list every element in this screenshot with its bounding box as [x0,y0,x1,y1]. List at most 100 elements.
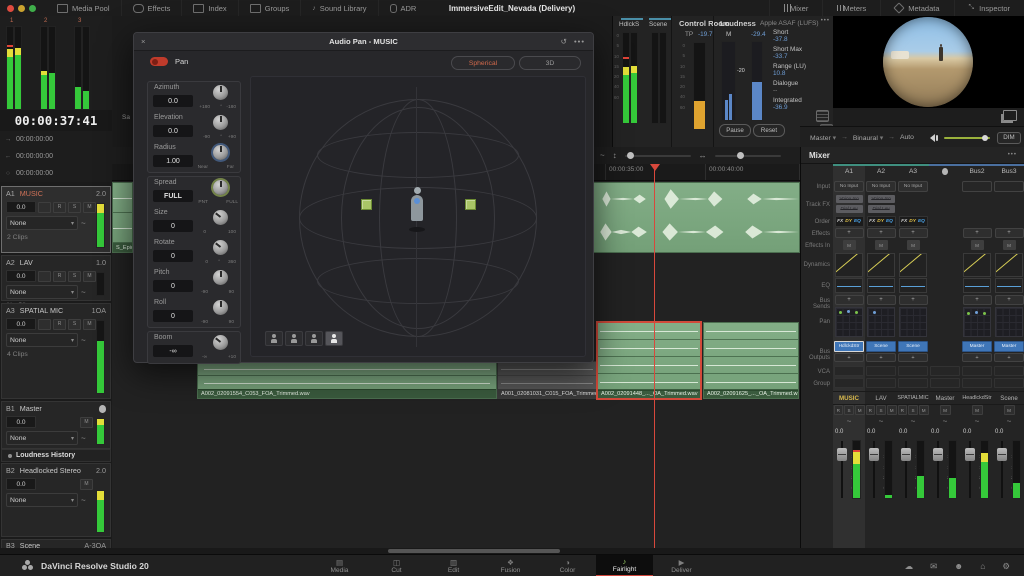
track-header-b3[interactable]: B3SceneA-3OA [1,539,111,548]
tab-cut[interactable]: ◫Cut [368,555,425,576]
monitor-source-dropdown[interactable]: Master ▾ [810,134,836,142]
strip-a2[interactable]: A2 [865,168,897,175]
audio-clip-foa[interactable]: A002_02091625_..._OA_Trimmed.wav [703,322,799,399]
mode-spherical-button[interactable]: Spherical [451,56,515,70]
solo-button[interactable]: S [68,319,81,330]
channel-name[interactable]: Master [936,395,955,402]
group-slot[interactable] [898,378,928,388]
channel-name[interactable]: Scene [1000,395,1018,402]
radius-knob[interactable] [213,145,228,160]
add-bus-output-button[interactable]: + [834,353,864,362]
speaker-handle-left[interactable] [361,199,372,210]
track-assign-dropdown[interactable]: None▾ [6,431,78,445]
input-icon-button[interactable] [38,319,51,330]
add-bus-output-button[interactable]: + [994,353,1024,362]
pan-grid[interactable] [995,307,1023,337]
track-header-b2[interactable]: B2Headlocked Stereo2.0 0.0 M None▾ ~ [1,463,111,537]
eq-graph[interactable] [867,278,895,293]
record-arm-button[interactable]: R [53,319,66,330]
window-minimize-button[interactable] [18,5,25,12]
speaker-handle-right[interactable] [465,199,476,210]
channel-fader-headlckdstr[interactable]: 5 10 15 20 40 [961,439,993,501]
timeline-zoom-slider[interactable] [715,155,781,157]
view-perspective-button[interactable] [325,331,343,346]
record-arm-button[interactable]: R [898,405,908,415]
message-icon[interactable]: ✉ [930,561,937,572]
mixer-toggle-button[interactable]: Mixer [769,0,822,16]
record-arm-button[interactable]: R [866,405,876,415]
loudness-menu-icon[interactable]: ••• [821,18,830,24]
view-top-button[interactable] [305,331,323,346]
input-selector[interactable] [962,181,992,192]
vca-slot[interactable] [930,366,960,376]
video-viewer[interactable] [833,16,1024,108]
channel-fader-lav[interactable]: 5 10 15 20 40 [865,439,897,501]
input-selector[interactable] [994,181,1024,192]
vca-slot[interactable] [994,366,1024,376]
monitor-mode-button[interactable]: Auto [900,134,914,141]
mute-button[interactable]: M [855,405,865,415]
channel-fader-scene[interactable]: 5 10 15 20 40 [993,439,1024,501]
vca-slot[interactable] [962,366,992,376]
add-bus-send-button[interactable]: + [899,295,928,305]
track-volume-field[interactable]: 0.0 [6,318,36,330]
mute-button[interactable]: M [83,271,96,282]
media-pool-button[interactable]: Media Pool [46,0,122,16]
bus-output-chip[interactable]: HdlckdStr [834,341,864,352]
add-effect-button[interactable]: + [835,228,864,238]
dialog-header[interactable]: × Audio Pan - MUSIC ↺ ••• [134,33,593,51]
add-effect-button[interactable]: + [867,228,896,238]
automation-curve-icon[interactable]: ~ [847,417,852,426]
bus-output-chip[interactable]: Scene [866,341,896,352]
loudness-pause-button[interactable]: Pause [719,124,751,137]
groups-button[interactable]: Groups [239,0,302,16]
input-icon-button[interactable] [38,202,51,213]
channel-fader-music[interactable]: 5 10 15 20 40 [833,439,865,501]
viewer-settings-icon[interactable] [816,110,829,122]
fx-order-chip[interactable]: FXDYEQ [835,216,864,227]
fader-value[interactable]: 0.0 [993,429,1024,435]
fx-order-chip[interactable]: FXDYEQ [899,216,928,227]
add-bus-output-button[interactable]: + [866,353,896,362]
dialog-menu-icon[interactable]: ••• [574,37,585,46]
add-bus-send-button[interactable]: + [867,295,896,305]
inspector-toggle-button[interactable]: ⤡Inspector [954,0,1024,16]
add-effect-button[interactable]: + [995,228,1024,238]
mixer-menu-icon[interactable]: ••• [1008,152,1017,158]
loudness-history-row[interactable]: Loudness History [1,449,111,462]
input-selector[interactable]: No Input [866,181,896,192]
eq-graph[interactable] [995,278,1023,293]
effects-button[interactable]: Effects [122,0,183,16]
track-header-a2[interactable]: A2LAV1.0 0.0 R S M None▾ ~ No Clip [1,255,111,301]
track-volume-field[interactable]: 0.0 [6,270,36,282]
solo-button[interactable]: S [908,405,918,415]
solo-button[interactable]: S [68,202,81,213]
automation-curve-icon[interactable]: ~ [911,417,916,426]
monitor-volume-slider[interactable] [944,137,990,139]
automation-curve-icon[interactable]: ~ [943,417,948,426]
track-height-slider[interactable] [625,155,691,157]
input-selector[interactable]: No Input [834,181,864,192]
radius-value[interactable]: 1.00 [153,155,193,167]
automation-curve-icon[interactable]: ~ [975,417,980,426]
dynamics-graph[interactable] [867,253,895,277]
dynamics-graph[interactable] [899,253,927,277]
channel-name[interactable]: LAV [875,395,886,402]
pan-sphere-view[interactable] [250,76,586,357]
channel-name[interactable]: MUSIC [839,395,859,402]
track-assign-dropdown[interactable]: None▾ [6,333,78,347]
audio-clip-foa[interactable]: A002_02091554_C053_FOA_Trimmed.wav [197,361,497,399]
pitch-knob[interactable] [213,270,228,285]
bus-output-chip[interactable]: Master [994,341,1024,352]
add-bus-output-button[interactable]: + [962,353,992,362]
input-icon-button[interactable] [38,271,51,282]
boom-value[interactable]: -∞ [153,345,193,357]
elevation-value[interactable]: 0.0 [153,125,193,137]
strip-master[interactable] [929,168,961,175]
loudness-format-selector[interactable]: Apple ASAF (LUFS) [760,20,819,27]
dual-screen-icon[interactable] [1003,110,1017,121]
rotate-knob[interactable] [213,240,228,255]
fader-value[interactable]: 0.0 [897,429,929,435]
window-zoom-button[interactable] [29,5,36,12]
add-effect-button[interactable]: + [963,228,992,238]
